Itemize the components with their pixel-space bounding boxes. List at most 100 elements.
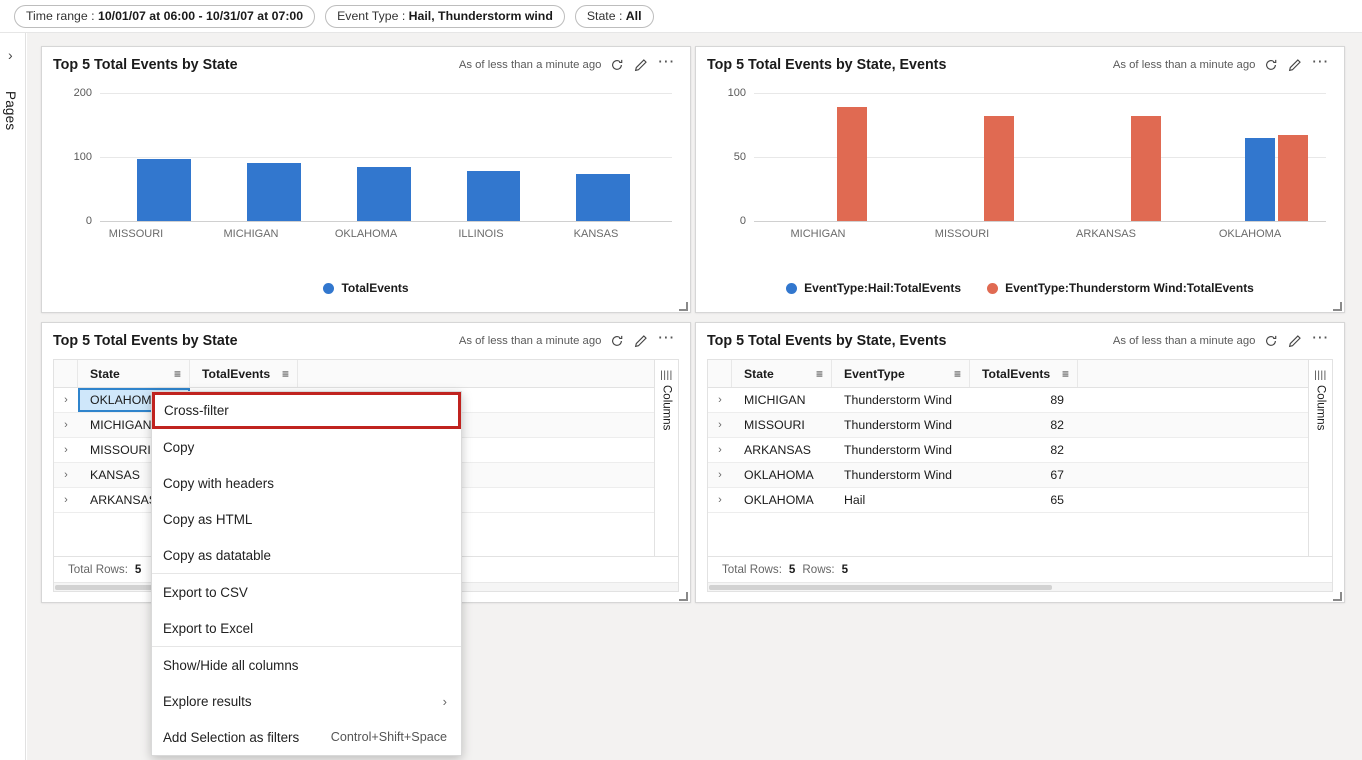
row-expand-chevron-right-icon[interactable]: › bbox=[708, 388, 732, 412]
cell-state[interactable]: ARKANSAS bbox=[732, 438, 832, 462]
row-expand-chevron-right-icon[interactable]: › bbox=[54, 463, 78, 487]
panel-resize-handle[interactable] bbox=[679, 302, 688, 311]
bar-michigan[interactable] bbox=[247, 163, 301, 221]
cell-totalevents[interactable]: 82 bbox=[970, 413, 1078, 437]
panel-resize-handle[interactable] bbox=[1333, 302, 1342, 311]
cell-state[interactable]: OKLAHOMA bbox=[732, 488, 832, 512]
cell-state[interactable]: MICHIGAN bbox=[732, 388, 832, 412]
context-menu-item-copy[interactable]: Copy bbox=[152, 429, 461, 465]
columns-side-tab[interactable]: |||| Columns bbox=[654, 360, 678, 556]
cell-totalevents[interactable]: 67 bbox=[970, 463, 1078, 487]
bar-missouri[interactable] bbox=[137, 159, 191, 221]
as-of-text: As of less than a minute ago bbox=[1113, 59, 1256, 71]
context-menu-item-copy-with-headers[interactable]: Copy with headers bbox=[152, 465, 461, 501]
filter-pill-event-type[interactable]: Event Type : Hail, Thunderstorm wind bbox=[325, 5, 565, 28]
filter-pill-value: All bbox=[626, 9, 642, 23]
bar-michigan-thunderstorm-wind[interactable] bbox=[837, 107, 867, 221]
column-menu-icon[interactable]: ≡ bbox=[1062, 368, 1069, 380]
row-expand-chevron-right-icon[interactable]: › bbox=[54, 488, 78, 512]
filter-pill-state[interactable]: State : All bbox=[575, 5, 654, 28]
context-menu-item-copy-as-html[interactable]: Copy as HTML bbox=[152, 501, 461, 537]
row-expand-chevron-right-icon[interactable]: › bbox=[708, 438, 732, 462]
columns-side-tab[interactable]: |||| Columns bbox=[1308, 360, 1332, 556]
column-header-totalevents[interactable]: TotalEvents ≡ bbox=[970, 360, 1078, 387]
bar-illinois[interactable] bbox=[467, 171, 521, 221]
total-rows-label: Total Rows: bbox=[68, 563, 128, 576]
context-menu-item-add-selection-as-filters[interactable]: Add Selection as filters Control+Shift+S… bbox=[152, 719, 461, 755]
legend-item-thunderstorm-wind[interactable]: EventType:Thunderstorm Wind:TotalEvents bbox=[987, 281, 1254, 295]
column-menu-icon[interactable]: ≡ bbox=[954, 368, 961, 380]
context-menu-item-export-to-csv[interactable]: Export to CSV bbox=[152, 574, 461, 610]
pencil-icon[interactable] bbox=[633, 58, 648, 73]
legend-item-totalevents[interactable]: TotalEvents bbox=[323, 281, 408, 295]
cell-eventtype[interactable]: Thunderstorm Wind bbox=[832, 413, 970, 437]
context-menu-item-copy-as-datatable[interactable]: Copy as datatable bbox=[152, 537, 461, 573]
ellipsis-icon[interactable]: ⋯ bbox=[657, 334, 676, 348]
row-expand-chevron-right-icon[interactable]: › bbox=[708, 488, 732, 512]
x-tick-label: MICHIGAN bbox=[224, 228, 279, 240]
table-row[interactable]: › ARKANSAS Thunderstorm Wind 82 bbox=[708, 438, 1308, 463]
column-header-totalevents[interactable]: TotalEvents ≡ bbox=[190, 360, 298, 387]
bar-kansas[interactable] bbox=[576, 174, 630, 221]
grid-horizontal-scrollbar[interactable] bbox=[708, 582, 1332, 591]
expand-pages-chevron-right-icon[interactable]: › bbox=[8, 48, 13, 62]
ellipsis-icon[interactable]: ⋯ bbox=[1311, 58, 1330, 72]
bar-missouri-thunderstorm-wind[interactable] bbox=[984, 116, 1014, 221]
filter-pill-key: Event Type : bbox=[337, 9, 405, 23]
expand-all-column-header[interactable] bbox=[708, 360, 732, 387]
columns-tab-label: Columns bbox=[1315, 385, 1327, 430]
cell-eventtype[interactable]: Thunderstorm Wind bbox=[832, 463, 970, 487]
panel-header: Top 5 Total Events by State, Events As o… bbox=[696, 323, 1344, 359]
cell-eventtype[interactable]: Thunderstorm Wind bbox=[832, 438, 970, 462]
table-row[interactable]: › OKLAHOMA Hail 65 bbox=[708, 488, 1308, 513]
ellipsis-icon[interactable]: ⋯ bbox=[1311, 334, 1330, 348]
column-header-state[interactable]: State ≡ bbox=[732, 360, 832, 387]
filter-pill-value: 10/01/07 at 06:00 - 10/31/07 at 07:00 bbox=[98, 9, 303, 23]
pages-rail-label[interactable]: Pages bbox=[3, 91, 18, 130]
refresh-icon[interactable] bbox=[610, 58, 624, 72]
refresh-icon[interactable] bbox=[1264, 58, 1278, 72]
pencil-icon[interactable] bbox=[1287, 58, 1302, 73]
context-menu-item-export-to-excel[interactable]: Export to Excel bbox=[152, 610, 461, 646]
cell-state[interactable]: MISSOURI bbox=[732, 413, 832, 437]
row-expand-chevron-right-icon[interactable]: › bbox=[54, 438, 78, 462]
panel-resize-handle[interactable] bbox=[679, 592, 688, 601]
refresh-icon[interactable] bbox=[1264, 334, 1278, 348]
table-row[interactable]: › MICHIGAN Thunderstorm Wind 89 bbox=[708, 388, 1308, 413]
row-expand-chevron-right-icon[interactable]: › bbox=[54, 388, 78, 412]
bar-arkansas-thunderstorm-wind[interactable] bbox=[1131, 116, 1161, 221]
column-menu-icon[interactable]: ≡ bbox=[174, 368, 181, 380]
cell-state[interactable]: OKLAHOMA bbox=[732, 463, 832, 487]
bar-oklahoma-thunderstorm-wind[interactable] bbox=[1278, 135, 1308, 221]
column-menu-icon[interactable]: ≡ bbox=[816, 368, 823, 380]
pencil-icon[interactable] bbox=[1287, 334, 1302, 349]
table-row[interactable]: › OKLAHOMA Thunderstorm Wind 67 bbox=[708, 463, 1308, 488]
context-menu-item-label: Show/Hide all columns bbox=[163, 658, 298, 673]
column-header-state[interactable]: State ≡ bbox=[78, 360, 190, 387]
x-tick-label: MICHIGAN bbox=[791, 228, 846, 240]
row-expand-chevron-right-icon[interactable]: › bbox=[708, 463, 732, 487]
context-menu-item-cross-filter[interactable]: Cross-filter bbox=[152, 392, 461, 429]
row-expand-chevron-right-icon[interactable]: › bbox=[708, 413, 732, 437]
legend-item-hail[interactable]: EventType:Hail:TotalEvents bbox=[786, 281, 961, 295]
column-header-eventtype[interactable]: EventType ≡ bbox=[832, 360, 970, 387]
filter-pill-time-range[interactable]: Time range : 10/01/07 at 06:00 - 10/31/0… bbox=[14, 5, 315, 28]
column-menu-icon[interactable]: ≡ bbox=[282, 368, 289, 380]
cell-totalevents[interactable]: 65 bbox=[970, 488, 1078, 512]
legend-color-swatch bbox=[323, 283, 334, 294]
bar-oklahoma-hail[interactable] bbox=[1245, 138, 1275, 221]
row-expand-chevron-right-icon[interactable]: › bbox=[54, 413, 78, 437]
context-menu-item-explore-results[interactable]: Explore results › bbox=[152, 683, 461, 719]
cell-eventtype[interactable]: Thunderstorm Wind bbox=[832, 388, 970, 412]
refresh-icon[interactable] bbox=[610, 334, 624, 348]
expand-all-column-header[interactable] bbox=[54, 360, 78, 387]
bar-oklahoma[interactable] bbox=[357, 167, 411, 221]
panel-resize-handle[interactable] bbox=[1333, 592, 1342, 601]
ellipsis-icon[interactable]: ⋯ bbox=[657, 58, 676, 72]
table-row[interactable]: › MISSOURI Thunderstorm Wind 82 bbox=[708, 413, 1308, 438]
cell-totalevents[interactable]: 89 bbox=[970, 388, 1078, 412]
pencil-icon[interactable] bbox=[633, 334, 648, 349]
context-menu-item-show-hide-all-columns[interactable]: Show/Hide all columns bbox=[152, 647, 461, 683]
cell-totalevents[interactable]: 82 bbox=[970, 438, 1078, 462]
cell-eventtype[interactable]: Hail bbox=[832, 488, 970, 512]
